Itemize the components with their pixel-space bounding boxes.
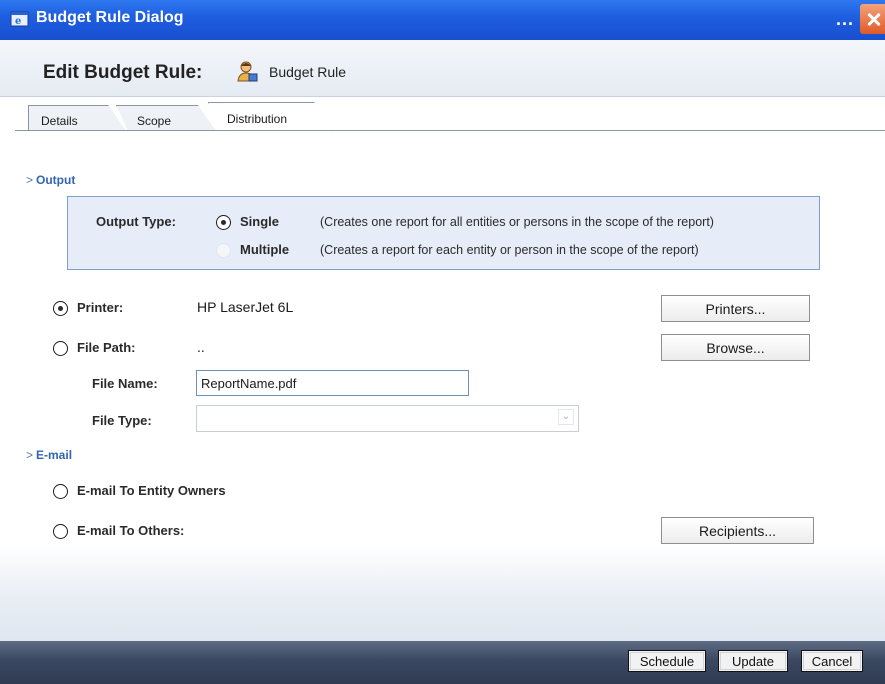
tab-distribution-label: Distribution <box>227 112 288 126</box>
email-owners-label: E-mail To Entity Owners <box>77 483 226 498</box>
email-section-label[interactable]: > E-mail <box>26 448 72 462</box>
content-bottom-fade <box>0 545 885 645</box>
tab-scope-label: Scope <box>137 114 172 128</box>
tab-scope[interactable]: Scope <box>116 105 216 131</box>
tab-details-label: Details <box>41 114 78 128</box>
printer-label: Printer: <box>77 300 124 315</box>
rule-name: Budget Rule <box>269 64 347 80</box>
output-multiple-description: (Creates a report for each entity or per… <box>320 243 699 257</box>
printer-value: HP LaserJet 6L <box>197 299 294 315</box>
output-single-label: Single <box>240 214 280 229</box>
close-icon[interactable] <box>860 4 885 34</box>
email-others-label: E-mail To Others: <box>77 523 185 538</box>
file-name-input[interactable] <box>196 370 469 396</box>
output-single-description: (Creates one report for all entities or … <box>320 215 714 229</box>
tab-distribution[interactable]: Distribution <box>208 102 333 131</box>
browse-button[interactable]: Browse... <box>661 334 810 361</box>
recipients-button[interactable]: Recipients... <box>661 517 814 544</box>
dialog-header: Edit Budget Rule: Budget Rule <box>0 40 885 97</box>
person-rule-icon <box>237 61 258 82</box>
output-multiple-radio[interactable] <box>216 243 231 258</box>
output-type-label: Output Type: <box>96 214 176 229</box>
file-path-label: File Path: <box>77 340 136 355</box>
file-path-value: .. <box>197 339 205 355</box>
update-button[interactable]: Update <box>718 650 788 672</box>
window-title: Budget Rule Dialog <box>36 9 184 26</box>
chevron-right-icon: > <box>26 448 34 462</box>
file-type-select[interactable]: ⌄ <box>196 405 579 432</box>
tab-divider <box>15 130 885 131</box>
cancel-button[interactable]: Cancel <box>801 650 863 672</box>
email-others-radio[interactable] <box>53 524 68 539</box>
tab-details[interactable]: Details <box>28 105 126 131</box>
output-type-group <box>67 196 820 270</box>
output-multiple-label: Multiple <box>240 242 290 257</box>
printer-radio[interactable] <box>53 301 68 316</box>
chevron-right-icon: > <box>26 173 34 187</box>
file-type-label: File Type: <box>92 413 152 428</box>
dialog-footer: Schedule Update Cancel <box>0 641 885 684</box>
page-title: Edit Budget Rule: <box>43 62 203 83</box>
output-section-label[interactable]: > Output <box>26 173 75 187</box>
printers-button[interactable]: Printers... <box>661 295 810 322</box>
email-owners-radio[interactable] <box>53 484 68 499</box>
tab-bar: Details Scope Distribution <box>0 100 885 133</box>
file-name-label: File Name: <box>92 376 158 391</box>
chevron-down-icon: ⌄ <box>558 409 574 425</box>
svg-text:e: e <box>15 16 21 27</box>
output-single-radio[interactable] <box>216 215 231 230</box>
window-more-button[interactable]: ... <box>836 9 854 30</box>
schedule-button[interactable]: Schedule <box>628 650 706 672</box>
file-path-radio[interactable] <box>53 341 68 356</box>
ie-window-icon: e <box>10 11 29 27</box>
window-titlebar: e Budget Rule Dialog ... <box>0 0 885 40</box>
